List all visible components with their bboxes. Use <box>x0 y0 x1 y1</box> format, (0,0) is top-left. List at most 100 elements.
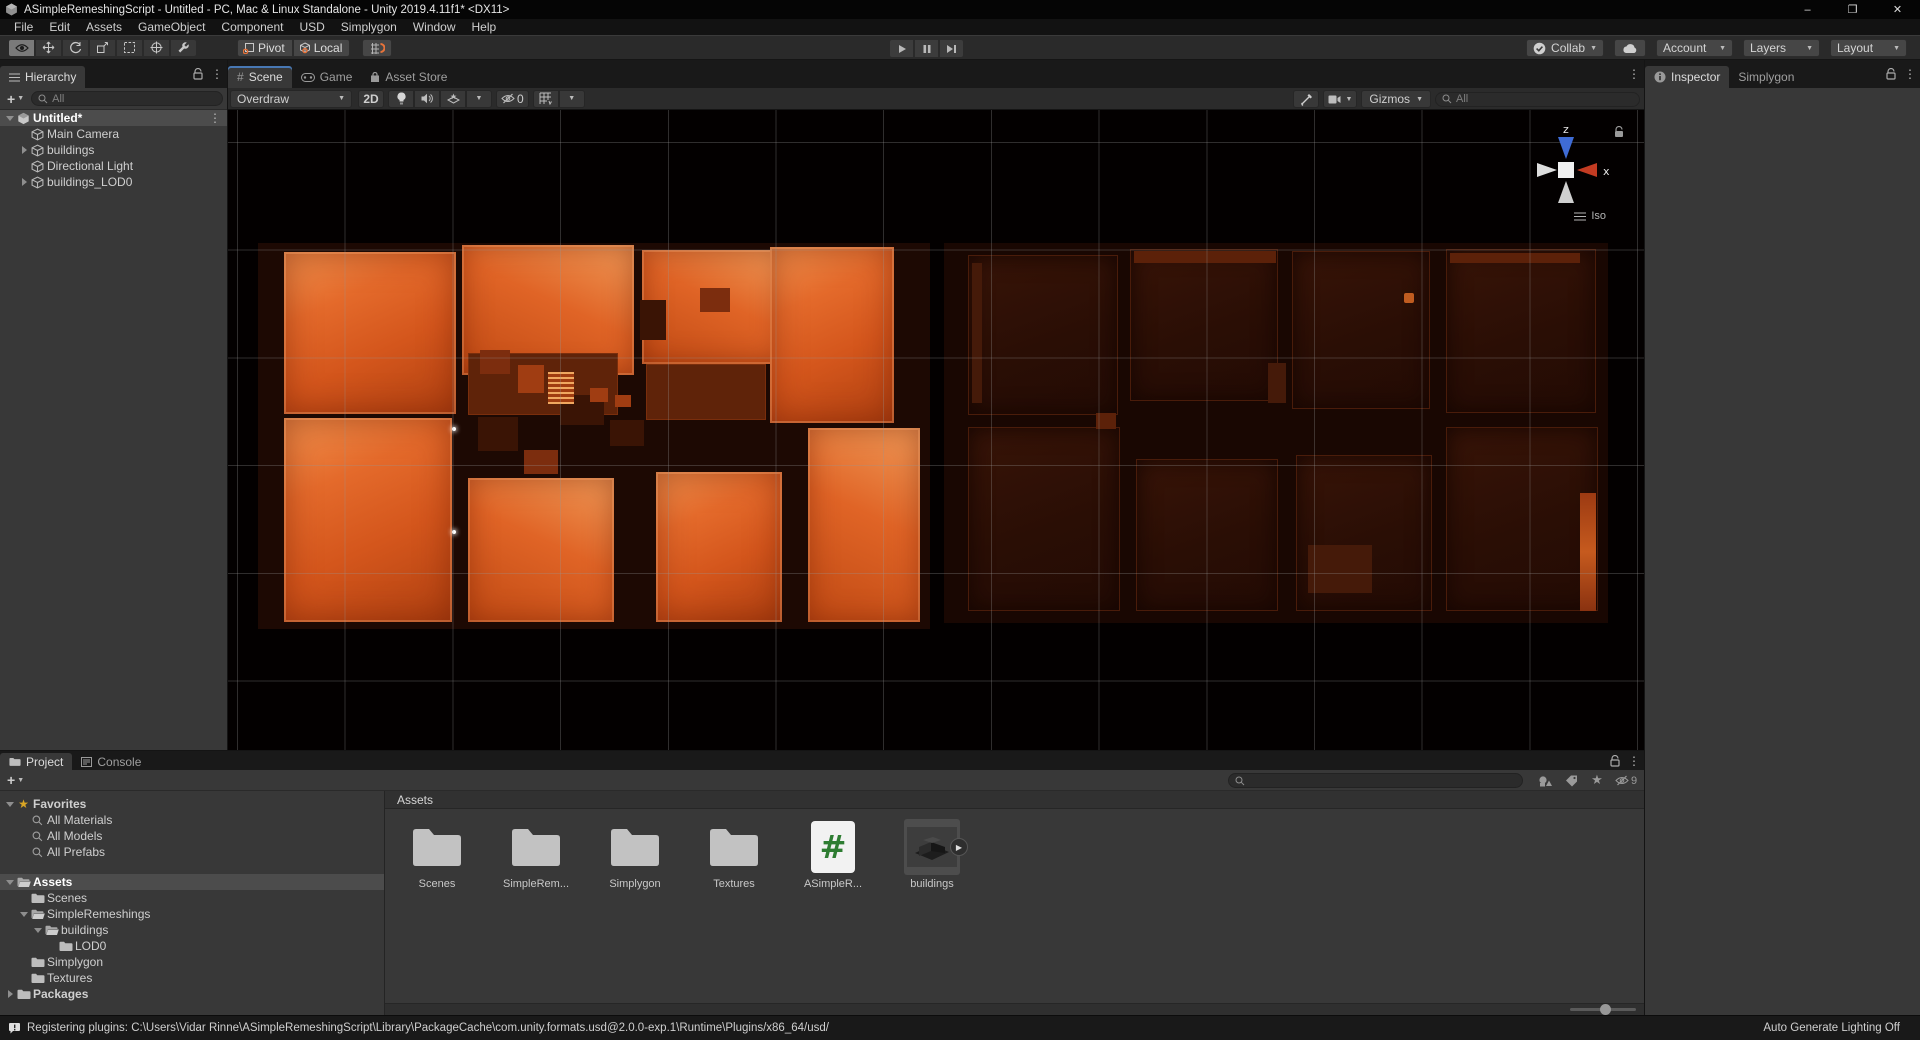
favorites-star-button[interactable]: ★ <box>1585 772 1609 789</box>
menu-file[interactable]: File <box>6 19 41 35</box>
expand-down-icon[interactable] <box>4 116 16 121</box>
model-thumbnail[interactable]: ▶ <box>904 819 960 875</box>
tree-item-packages[interactable]: Packages <box>0 986 384 1002</box>
expand-right-icon[interactable] <box>18 146 30 154</box>
scene-tools-button[interactable] <box>1293 90 1319 108</box>
asset-buildings[interactable]: ▶buildings <box>894 819 970 890</box>
status-bar[interactable]: Registering plugins: C:\Users\Vidar Rinn… <box>0 1015 1920 1040</box>
rotate-tool-button[interactable] <box>62 39 89 57</box>
scale-tool-button[interactable] <box>89 39 116 57</box>
panel-menu-icon[interactable]: ⋮ <box>211 67 223 81</box>
menu-component[interactable]: Component <box>213 19 291 35</box>
asset-asimpler-[interactable]: #ASimpleR... <box>795 819 871 890</box>
scene-search-input[interactable] <box>1456 93 1633 105</box>
folder-thumbnail[interactable] <box>706 819 762 875</box>
thumbnail-zoom-slider[interactable] <box>1570 1008 1636 1011</box>
tab-asset-store[interactable]: Asset Store <box>361 66 456 88</box>
asset-simplerem-[interactable]: SimpleRem... <box>498 819 574 890</box>
folder-thumbnail[interactable] <box>607 819 663 875</box>
folder-thumbnail[interactable] <box>409 819 465 875</box>
script-thumbnail[interactable]: # <box>805 819 861 875</box>
tree-item-buildings[interactable]: buildings <box>0 922 384 938</box>
scene-effects-dropdown[interactable]: ▼ <box>466 90 492 108</box>
tree-item-main-camera[interactable]: Main Camera <box>0 126 227 142</box>
menu-edit[interactable]: Edit <box>41 19 78 35</box>
asset-textures[interactable]: Textures <box>696 819 772 890</box>
scene-viewport[interactable]: z x Iso <box>228 110 1644 750</box>
hidden-packages-toggle[interactable]: 9 <box>1611 772 1641 789</box>
restore-button[interactable]: ❐ <box>1830 0 1875 19</box>
scene-visibility-toggle[interactable]: 0 <box>496 90 529 108</box>
collab-dropdown[interactable]: Collab ▼ <box>1526 39 1604 57</box>
tree-item-directional-light[interactable]: Directional Light <box>0 158 227 174</box>
rect-tool-button[interactable] <box>116 39 143 57</box>
expand-down-icon[interactable] <box>32 928 44 933</box>
tree-item-favorites[interactable]: ★Favorites <box>0 796 384 812</box>
2d-toggle-button[interactable]: 2D <box>358 90 384 108</box>
tree-item-assets[interactable]: Assets <box>0 874 384 890</box>
custom-tool-button[interactable] <box>170 39 197 57</box>
tab-simplygon[interactable]: Simplygon <box>1729 66 1803 88</box>
expand-right-icon[interactable] <box>18 178 30 186</box>
tree-item-lod0[interactable]: LOD0 <box>0 938 384 954</box>
panel-menu-icon[interactable]: ⋮ <box>1904 67 1916 81</box>
panel-menu-icon[interactable]: ⋮ <box>1628 67 1640 81</box>
project-search[interactable] <box>1228 773 1523 788</box>
panel-menu-icon[interactable]: ⋮ <box>1628 754 1640 768</box>
project-search-input[interactable] <box>1245 775 1516 787</box>
gizmos-dropdown[interactable]: Gizmos ▼ <box>1361 90 1431 108</box>
tree-item-simplygon[interactable]: Simplygon <box>0 954 384 970</box>
close-button[interactable]: ✕ <box>1875 0 1920 19</box>
pivot-toggle-button[interactable]: Pivot <box>237 39 293 57</box>
expand-down-icon[interactable] <box>4 802 16 807</box>
play-button[interactable] <box>889 39 914 58</box>
expand-down-icon[interactable] <box>4 880 16 885</box>
menu-usd[interactable]: USD <box>291 19 332 35</box>
asset-simplygon[interactable]: Simplygon <box>597 819 673 890</box>
cloud-button[interactable] <box>1614 39 1646 57</box>
minimize-button[interactable]: – <box>1785 0 1830 19</box>
lock-icon[interactable] <box>1610 755 1620 767</box>
hierarchy-search-input[interactable] <box>52 93 216 105</box>
zoom-slider-thumb[interactable] <box>1600 1004 1611 1015</box>
tree-item-all-models[interactable]: All Models <box>0 828 384 844</box>
asset-scenes[interactable]: Scenes <box>399 819 475 890</box>
local-toggle-button[interactable]: Local <box>293 39 351 57</box>
expand-down-icon[interactable] <box>18 912 30 917</box>
expand-subassets-button[interactable]: ▶ <box>950 838 968 856</box>
tree-item-simpleremeshings[interactable]: SimpleRemeshings <box>0 906 384 922</box>
pause-button[interactable] <box>914 39 939 58</box>
move-tool-button[interactable] <box>35 39 62 57</box>
projection-toggle[interactable]: Iso <box>1574 210 1606 222</box>
add-asset-button[interactable]: +▼ <box>4 774 27 786</box>
scene-grid-settings-button[interactable] <box>533 90 559 108</box>
lock-icon[interactable] <box>193 68 203 80</box>
scene-grid-dropdown[interactable]: ▼ <box>559 90 585 108</box>
tree-item-all-materials[interactable]: All Materials <box>0 812 384 828</box>
tree-item-all-prefabs[interactable]: All Prefabs <box>0 844 384 860</box>
expand-right-icon[interactable] <box>4 990 16 998</box>
step-button[interactable] <box>939 39 964 58</box>
menu-help[interactable]: Help <box>464 19 505 35</box>
account-dropdown[interactable]: Account ▼ <box>1656 39 1733 57</box>
tab-game[interactable]: Game <box>292 66 362 88</box>
layout-dropdown[interactable]: Layout ▼ <box>1830 39 1907 57</box>
lighting-status[interactable]: Auto Generate Lighting Off <box>1763 1022 1900 1034</box>
tab-inspector[interactable]: Inspector <box>1645 66 1729 88</box>
item-menu-icon[interactable]: ⋮ <box>209 111 221 125</box>
layers-dropdown[interactable]: Layers ▼ <box>1743 39 1820 57</box>
scene-camera-dropdown[interactable]: ▼ <box>1323 90 1357 108</box>
menu-assets[interactable]: Assets <box>78 19 130 35</box>
grid-snap-button[interactable] <box>362 39 392 57</box>
menu-gameobject[interactable]: GameObject <box>130 19 213 35</box>
tree-item-buildings[interactable]: buildings <box>0 142 227 158</box>
scene-orientation-gizmo[interactable]: z x <box>1519 115 1619 215</box>
tree-item-scenes[interactable]: Scenes <box>0 890 384 906</box>
menu-simplygon[interactable]: Simplygon <box>333 19 405 35</box>
draw-mode-dropdown[interactable]: Overdraw ▼ <box>230 90 352 108</box>
scene-search[interactable] <box>1435 92 1640 107</box>
add-object-button[interactable]: +▼ <box>4 93 27 105</box>
folder-thumbnail[interactable] <box>508 819 564 875</box>
tree-item-buildings-lod0[interactable]: buildings_LOD0 <box>0 174 227 190</box>
lock-icon[interactable] <box>1614 126 1624 138</box>
